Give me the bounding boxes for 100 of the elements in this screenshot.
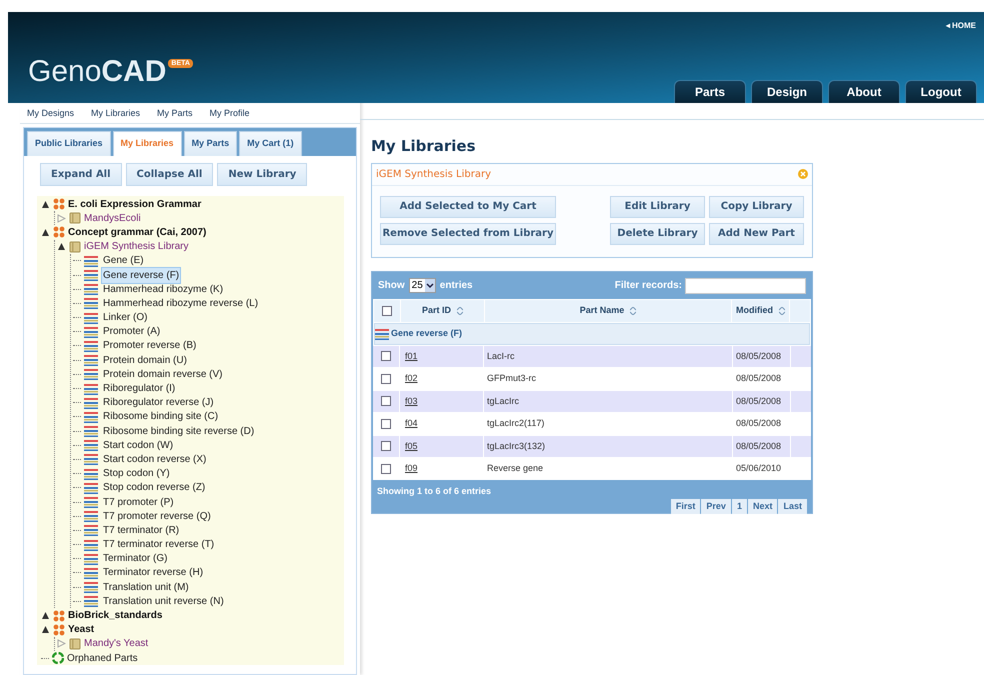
part-label[interactable]: Start codon (W) (101, 438, 176, 453)
part-icon (84, 439, 98, 452)
collapse-icon[interactable] (41, 200, 50, 209)
pagination-button[interactable]: Prev (701, 499, 731, 514)
table-cell-text: Reverse gene (487, 462, 544, 475)
library-label[interactable]: MandysEcoli (84, 210, 141, 226)
part-label[interactable]: Terminator reverse (H) (101, 565, 206, 580)
part-label[interactable]: Riboregulator (I) (101, 381, 178, 396)
subnav-link[interactable]: My Designs (27, 107, 74, 123)
flower-icon (53, 624, 65, 636)
library-action-button[interactable]: Delete Library (610, 222, 705, 244)
collapse-icon[interactable] (57, 242, 66, 252)
subnav-link[interactable]: My Parts (157, 107, 193, 123)
part-label[interactable]: Stop codon reverse (Z) (101, 480, 208, 496)
pagination-button[interactable]: Last (778, 499, 807, 514)
column-header[interactable]: Part Name (485, 300, 731, 322)
orphaned-parts-label[interactable]: Orphaned Parts (67, 650, 138, 666)
sidebar-tab[interactable]: My Cart (1) (239, 131, 302, 156)
part-label[interactable]: T7 promoter reverse (Q) (101, 508, 213, 524)
part-label[interactable]: Ribosome binding site (C) (101, 409, 220, 424)
pagination-button[interactable]: 1 (732, 499, 747, 514)
part-label[interactable]: Protein domain (U) (101, 352, 189, 368)
tree-button[interactable]: New Library (217, 163, 308, 186)
part-label[interactable]: Promoter reverse (B) (101, 338, 198, 354)
library-action-button[interactable]: Remove Selected from Library (380, 222, 556, 244)
library-action-button[interactable]: Add Selected to My Cart (380, 196, 556, 218)
grammar-label[interactable]: BioBrick_standards (68, 608, 162, 624)
part-icon (84, 283, 98, 296)
part-id-link[interactable]: f05 (405, 440, 418, 453)
pagination-button[interactable]: Next (748, 499, 778, 514)
part-label[interactable]: Translation unit reverse (N) (101, 594, 226, 609)
library-action-button[interactable]: Copy Library (709, 196, 804, 218)
page-size-select[interactable]: 25 (408, 278, 436, 293)
sidebar-tab[interactable]: My Parts (184, 131, 238, 156)
part-label[interactable]: Gene reverse (F) (101, 266, 182, 284)
part-icon (84, 453, 98, 466)
part-icon (84, 581, 98, 594)
home-link[interactable]: ◂ HOME (946, 20, 976, 32)
part-label[interactable]: T7 terminator (R) (101, 522, 182, 538)
part-label[interactable]: Hammerhead ribozyme reverse (L) (101, 296, 260, 311)
part-icon (84, 496, 98, 508)
column-header[interactable]: Part ID (401, 300, 484, 322)
subnav-link[interactable]: My Profile (210, 107, 250, 123)
collapse-icon[interactable] (41, 625, 50, 634)
nav-tab[interactable]: Logout (905, 80, 977, 103)
nav-tab[interactable]: About (828, 80, 900, 103)
nav-tab[interactable]: Parts (674, 80, 746, 103)
part-id-link[interactable]: f04 (405, 417, 418, 430)
part-label[interactable]: Translation unit (M) (101, 580, 191, 595)
part-label[interactable]: Stop codon (Y) (101, 466, 172, 482)
part-icon (84, 396, 98, 409)
sidebar-tab[interactable]: Public Libraries (27, 131, 111, 156)
part-label[interactable]: Hammerhead ribozyme (K) (101, 282, 226, 297)
tree-button[interactable]: Expand All (40, 163, 122, 186)
collapse-icon[interactable] (41, 228, 50, 237)
grammar-label[interactable]: Yeast (68, 622, 94, 638)
part-label[interactable]: Riboregulator reverse (J) (101, 395, 216, 410)
part-icon (84, 340, 98, 352)
table-info: Showing 1 to 6 of 6 entries (377, 484, 492, 498)
nav-tab[interactable]: Design (751, 80, 823, 103)
row-checkbox[interactable] (381, 418, 391, 429)
tree-button[interactable]: Collapse All (126, 163, 214, 186)
row-checkbox[interactable] (381, 374, 391, 384)
part-id-link[interactable]: f01 (405, 350, 418, 363)
part-label[interactable]: Terminator (G) (101, 551, 170, 566)
library-label[interactable]: iGEM Synthesis Library (84, 239, 188, 254)
part-icon (84, 297, 98, 310)
part-icon (84, 354, 98, 366)
subnav-link[interactable]: My Libraries (91, 107, 140, 123)
row-checkbox[interactable] (381, 396, 391, 406)
part-label[interactable]: Start codon reverse (X) (101, 452, 208, 467)
grammar-label[interactable]: Concept grammar (Cai, 2007) (68, 224, 206, 240)
part-icon (84, 566, 98, 579)
part-label[interactable]: Linker (O) (101, 310, 150, 326)
select-all-checkbox[interactable] (382, 306, 392, 316)
part-id-link[interactable]: f03 (405, 394, 418, 408)
part-label[interactable]: Protein domain reverse (V) (101, 366, 224, 382)
filter-field[interactable] (685, 278, 806, 294)
part-icon (84, 524, 98, 536)
table-cell-text: tgLacIrc2(117) (487, 417, 544, 430)
row-checkbox[interactable] (381, 441, 391, 452)
collapse-icon[interactable] (41, 611, 50, 620)
column-header[interactable]: Modified (732, 300, 789, 322)
part-label[interactable]: Ribosome binding site reverse (D) (101, 424, 256, 439)
flower-icon (53, 226, 65, 238)
part-icon (84, 312, 98, 324)
part-label[interactable]: T7 promoter (P) (101, 494, 176, 510)
library-label[interactable]: Mandy's Yeast (84, 636, 148, 652)
row-checkbox[interactable] (381, 464, 391, 474)
part-id-link[interactable]: f09 (405, 462, 418, 476)
grammar-label[interactable]: E. coli Expression Grammar (68, 196, 202, 212)
row-checkbox[interactable] (381, 351, 391, 362)
part-label[interactable]: Promoter (A) (101, 324, 162, 340)
part-label[interactable]: Gene (E) (101, 253, 146, 268)
part-icon (84, 368, 98, 380)
pagination-button[interactable]: First (670, 499, 700, 514)
part-id-link[interactable]: f02 (405, 372, 418, 386)
library-action-button[interactable]: Add New Part (709, 222, 804, 244)
library-action-button[interactable]: Edit Library (610, 196, 705, 218)
part-label[interactable]: T7 terminator reverse (T) (101, 537, 216, 552)
